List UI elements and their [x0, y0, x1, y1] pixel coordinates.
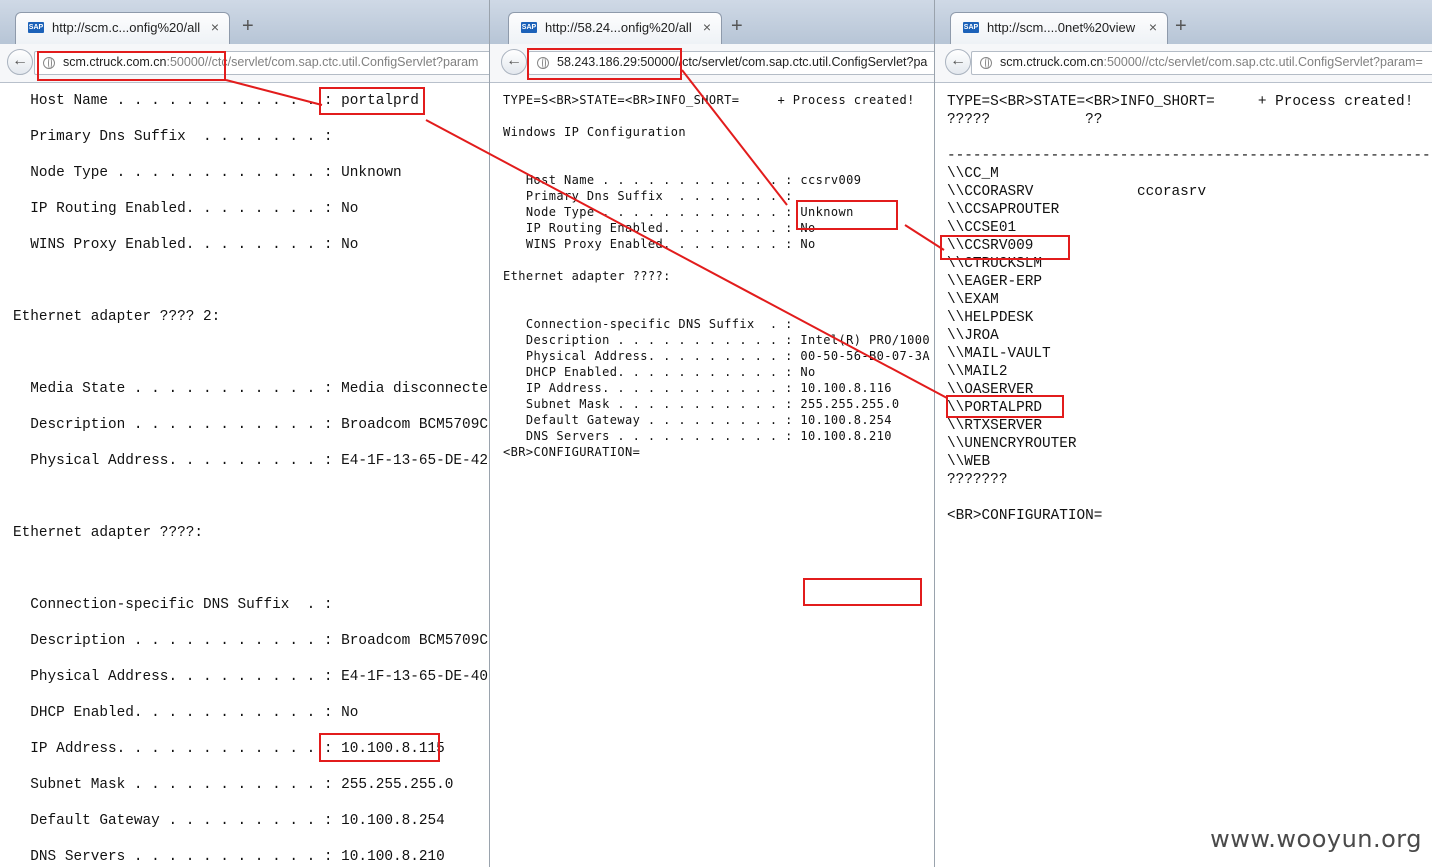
output-line: Primary Dns Suffix . . . . . . . : [503, 189, 793, 203]
tab-title: http://scm.c...onfig%20/all [52, 20, 201, 35]
output-line: Description . . . . . . . . . . . : Broa… [30, 417, 488, 433]
output-line: Default Gateway . . . . . . . . . : 10.1… [503, 413, 892, 427]
output-line: WINS Proxy Enabled. . . . . . . . : No [13, 237, 359, 253]
output-line: IP Routing Enabled. . . . . . . . : No [13, 201, 359, 217]
output-line: ----------------------------------------… [947, 148, 1432, 164]
output-line: Connection-specific DNS Suffix . : [503, 317, 793, 331]
output-line: Physical Address. . . . . . . . . : E4-1… [13, 453, 488, 469]
address-bar[interactable]: scm.ctruck.com.cn:50000//ctc/servlet/com… [971, 51, 1432, 75]
output-line: DNS Servers . . . . . . . . . . . : 10.1… [13, 849, 445, 865]
sap-favicon-icon: SAP [963, 22, 979, 33]
output-line: ????? ?? [947, 112, 1103, 128]
output-line: Default Gateway . . . . . . . . . : 10.1… [13, 813, 445, 829]
new-tab-button[interactable]: + [1175, 16, 1187, 36]
back-button[interactable]: ← [501, 49, 527, 75]
highlight-box [319, 733, 440, 762]
new-tab-button[interactable]: + [242, 16, 254, 36]
sap-favicon-icon: SAP [521, 22, 537, 33]
tab-strip: SAP http://scm....0net%20view × + [935, 0, 1432, 44]
output-line: Subnet Mask . . . . . . . . . . . : 255.… [503, 397, 900, 411]
output-line: Ethernet adapter ????: [503, 269, 671, 283]
output-line: Windows IP Configuration [503, 125, 686, 139]
output-line: \\MAIL2 [947, 364, 1008, 380]
output-line: Connection-specific DNS Suffix . : [13, 597, 333, 613]
page-content: TYPE=S<BR>STATE=<BR>INFO_SHORT= + Proces… [935, 83, 1432, 867]
output-line: \\RTXSERVER [947, 418, 1042, 434]
output-line: Description . . . . . . . . . . . : Broa… [30, 633, 488, 649]
toolbar: ← scm.ctruck.com.cn:50000//ctc/servlet/c… [935, 44, 1432, 83]
output-line: WINS Proxy Enabled. . . . . . . . : No [503, 237, 816, 251]
tab-title: http://58.24...onfig%20/all [545, 20, 692, 35]
output-line: DHCP Enabled. . . . . . . . . . . : No [13, 705, 359, 721]
output-line: DHCP Enabled. . . . . . . . . . . : No [503, 365, 816, 379]
output-line: \\WEB [947, 454, 991, 470]
output-line: <BR>CONFIGURATION= [503, 445, 641, 459]
output-line: <BR>CONFIGURATION= [947, 508, 1103, 524]
close-tab-icon[interactable]: × [211, 19, 219, 35]
output-line: TYPE=S<BR>STATE=<BR>INFO_SHORT= + Proces… [503, 93, 915, 107]
back-button[interactable]: ← [7, 49, 33, 75]
output-line: \\EAGER-ERP [947, 274, 1042, 290]
highlight-box [803, 578, 922, 606]
globe-icon [980, 57, 992, 69]
output-line: \\MAIL-VAULT [947, 346, 1051, 362]
browser-tab[interactable]: SAP http://scm.c...onfig%20/all × [15, 12, 230, 44]
browser-window-2: SAP http://58.24...onfig%20/all × + ← 58… [490, 0, 935, 867]
highlight-box [796, 200, 898, 230]
output-line: \\CCSE01 [947, 220, 1017, 236]
output-line: Physical Address. . . . . . . . . : 00-5… [503, 349, 930, 363]
tab-title: http://scm....0net%20view [987, 20, 1136, 35]
highlight-box [940, 235, 1070, 260]
output-line: Media State . . . . . . . . . . . : Medi… [13, 381, 489, 397]
address-url: scm.ctruck.com.cn:50000//ctc/servlet/com… [1000, 55, 1423, 69]
output-line: \\EXAM [947, 292, 999, 308]
output-line: \\CCORASRV ccorasrv [947, 184, 1207, 200]
browser-tab[interactable]: SAP http://58.24...onfig%20/all × [508, 12, 722, 44]
tab-strip: SAP http://58.24...onfig%20/all × + [490, 0, 934, 44]
highlight-box [946, 395, 1064, 418]
close-tab-icon[interactable]: × [1149, 19, 1157, 35]
output-line: Ethernet adapter ???? 2: [13, 309, 221, 325]
highlight-box [37, 51, 226, 81]
highlight-box [527, 48, 682, 80]
output-line: Physical Address. . . . . . . . . : E4-1… [13, 669, 488, 685]
output-line: Ethernet adapter ????: [13, 525, 203, 541]
output-line: Node Type . . . . . . . . . . . . : Unkn… [13, 165, 402, 181]
output-line: \\UNENCRYROUTER [947, 436, 1077, 452]
new-tab-button[interactable]: + [731, 16, 743, 36]
watermark: www.wooyun.org [1210, 825, 1422, 853]
output-line: Description . . . . . . . . . . . : Inte… [503, 333, 934, 347]
browser-window-3: SAP http://scm....0net%20view × + ← scm.… [935, 0, 1432, 867]
back-button[interactable]: ← [945, 49, 971, 75]
output-line: IP Address. . . . . . . . . . . . : 10.1… [503, 381, 892, 395]
output-line: Host Name . . . . . . . . . . . . : ccsr… [503, 173, 862, 187]
output-line: \\CC_M [947, 166, 999, 182]
output-line: ??????? [947, 472, 1008, 488]
highlight-box [319, 87, 425, 115]
output-line: DNS Servers . . . . . . . . . . . : 10.1… [503, 429, 892, 443]
sap-favicon-icon: SAP [28, 22, 44, 33]
output-line: IP Routing Enabled. . . . . . . . : No [503, 221, 816, 235]
output-line: \\CCSAPROUTER [947, 202, 1060, 218]
output-line: TYPE=S<BR>STATE=<BR>INFO_SHORT= + Proces… [947, 94, 1414, 110]
output-line: Subnet Mask . . . . . . . . . . . : 255.… [13, 777, 454, 793]
tab-strip: SAP http://scm.c...onfig%20/all × + [0, 0, 489, 44]
output-line: Primary Dns Suffix . . . . . . . : [13, 129, 333, 145]
browser-tab[interactable]: SAP http://scm....0net%20view × [950, 12, 1168, 44]
output-line: \\JROA [947, 328, 999, 344]
close-tab-icon[interactable]: × [703, 19, 711, 35]
output-line: \\HELPDESK [947, 310, 1034, 326]
